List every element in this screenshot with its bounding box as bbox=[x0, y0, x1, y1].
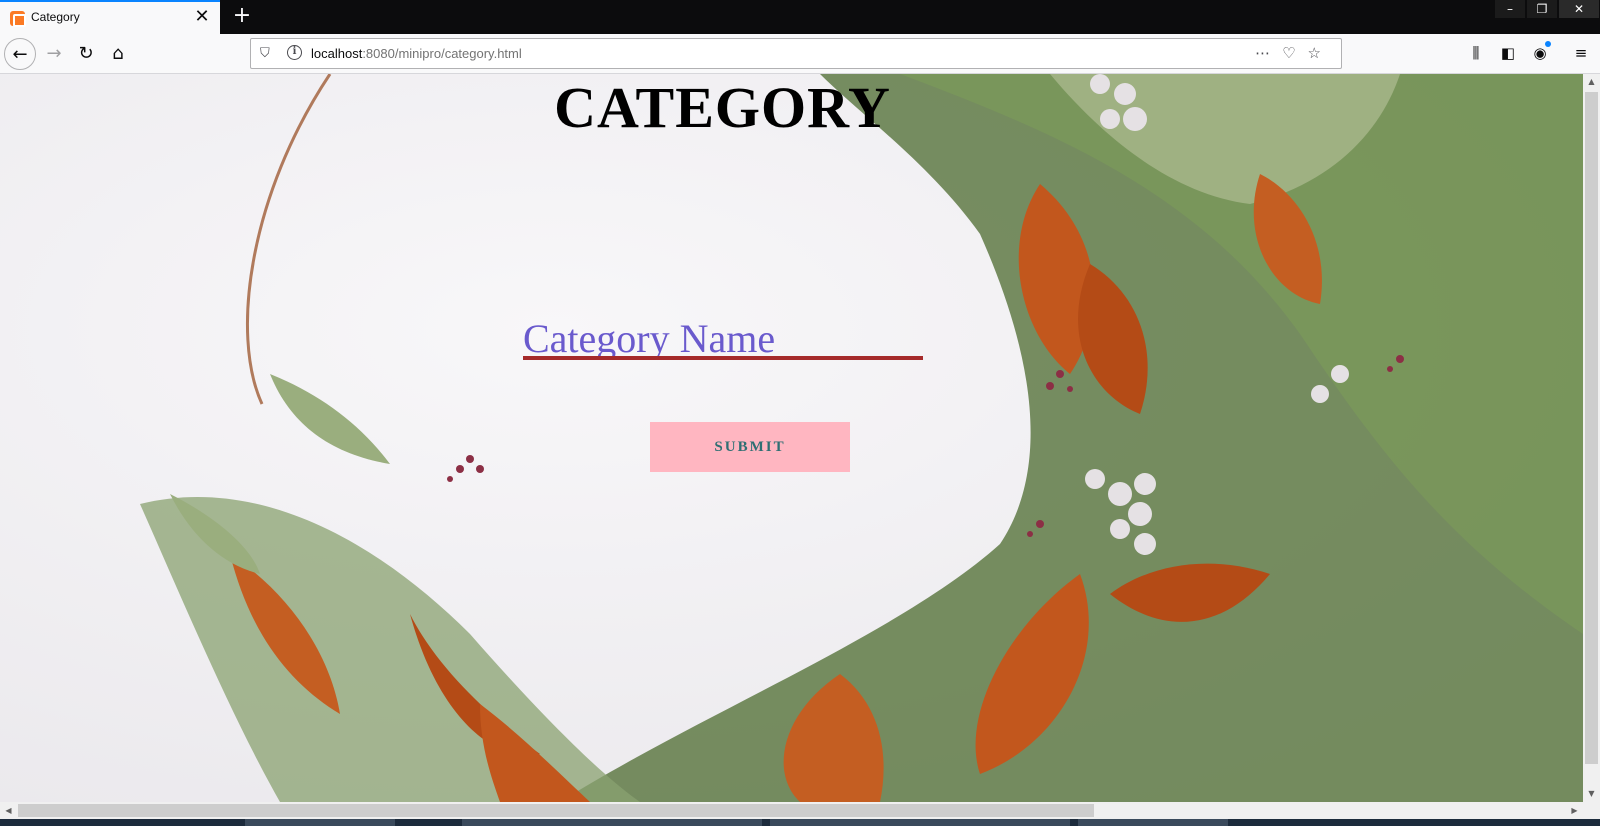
horizontal-scroll-thumb[interactable] bbox=[18, 804, 1094, 817]
more-actions-icon[interactable]: ⋯ bbox=[1255, 44, 1282, 62]
close-tab-icon[interactable]: ✕ bbox=[192, 7, 212, 27]
forward-arrow-icon[interactable]: → bbox=[38, 38, 70, 70]
library-icon[interactable]: ⫼ bbox=[1465, 44, 1487, 64]
pocket-icon[interactable]: ♡ bbox=[1282, 44, 1307, 62]
taskbar-item[interactable] bbox=[1078, 819, 1228, 826]
back-arrow-icon[interactable]: ← bbox=[4, 38, 36, 70]
taskbar-item[interactable] bbox=[245, 819, 395, 826]
category-name-input[interactable] bbox=[523, 320, 923, 360]
notification-dot bbox=[1545, 41, 1551, 47]
favicon-icon bbox=[10, 11, 26, 27]
reload-icon[interactable]: ↻ bbox=[70, 38, 102, 70]
page-viewport: CATEGORY SUBMIT bbox=[0, 74, 1583, 802]
horizontal-scrollbar[interactable]: ◀ ▶ bbox=[0, 802, 1583, 819]
window-close-button[interactable]: ✕ bbox=[1559, 0, 1599, 18]
tab-title: Category bbox=[31, 10, 80, 24]
url-path: :8080/minipro/category.html bbox=[362, 46, 522, 61]
url-actions: ⋯♡☆ bbox=[1255, 44, 1333, 62]
taskbar-item[interactable] bbox=[462, 819, 762, 826]
address-bar[interactable]: ⛉ i localhost:8080/minipro/category.html… bbox=[250, 38, 1342, 69]
url-host: localhost bbox=[311, 46, 363, 61]
tracking-shield-icon[interactable]: ⛉ bbox=[260, 46, 270, 61]
window-minimize-button[interactable]: – bbox=[1495, 0, 1525, 18]
account-icon[interactable]: ◉ bbox=[1529, 41, 1551, 64]
navigation-toolbar: ← → ↻ ⌂ ⛉ i localhost:8080/minipro/categ… bbox=[0, 34, 1600, 74]
submit-button[interactable]: SUBMIT bbox=[650, 422, 850, 472]
site-info-icon[interactable]: i bbox=[287, 45, 302, 60]
vertical-scrollbar[interactable]: ▲ ▼ bbox=[1583, 74, 1600, 802]
hamburger-menu-icon[interactable]: ≡ bbox=[1570, 44, 1592, 64]
tab-strip: Category ✕ + – ❐ ✕ bbox=[0, 0, 1600, 34]
bookmark-star-icon[interactable]: ☆ bbox=[1308, 44, 1333, 62]
url-text[interactable]: localhost:8080/minipro/category.html bbox=[311, 46, 522, 61]
taskbar-item[interactable] bbox=[770, 819, 1070, 826]
scroll-left-icon[interactable]: ◀ bbox=[0, 802, 17, 819]
vertical-scroll-thumb[interactable] bbox=[1585, 92, 1598, 764]
tab-category[interactable]: Category ✕ bbox=[0, 0, 220, 34]
scroll-down-icon[interactable]: ▼ bbox=[1583, 786, 1600, 802]
page-title: CATEGORY bbox=[554, 75, 891, 140]
scroll-right-icon[interactable]: ▶ bbox=[1566, 802, 1583, 819]
window-restore-button[interactable]: ❐ bbox=[1527, 0, 1557, 18]
scrollbar-corner bbox=[1583, 802, 1600, 819]
sidebar-icon[interactable]: ◧ bbox=[1497, 44, 1519, 64]
os-taskbar bbox=[0, 819, 1600, 826]
new-tab-button[interactable]: + bbox=[230, 4, 254, 28]
home-icon[interactable]: ⌂ bbox=[102, 38, 134, 70]
scroll-up-icon[interactable]: ▲ bbox=[1583, 74, 1600, 90]
